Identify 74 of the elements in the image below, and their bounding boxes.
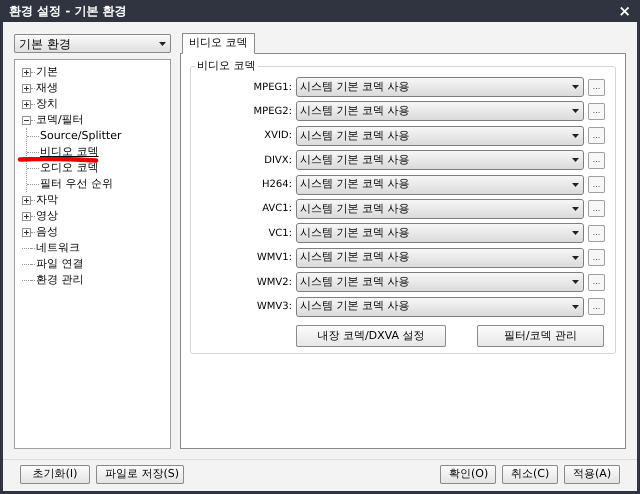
browse-button[interactable]: ... [588, 152, 605, 169]
codec-label: XVID: [263, 129, 292, 144]
dropdown-arrow-icon [572, 206, 579, 211]
footer-button[interactable]: 파일로 저장(S) [96, 465, 184, 484]
footer-button[interactable]: 적용(A) [564, 465, 620, 484]
browse-button[interactable]: ... [588, 176, 605, 194]
dropdown-arrow-icon [572, 85, 579, 89]
dropdown-arrow-icon [572, 280, 579, 284]
footer-button[interactable]: 확인(O) [440, 465, 496, 484]
codec-dropdown[interactable]: 시스템 기본 코덱 사용 [296, 77, 584, 97]
codec-label: DIVX: [263, 154, 292, 168]
tab[interactable]: 비디오 코덱 [182, 33, 254, 54]
codec-label: MPEG1: [252, 80, 292, 94]
codec-dropdown[interactable]: 시스템 기본 코덱 사용 [296, 101, 584, 122]
tree-item[interactable]: 파일 연결 [35, 257, 84, 271]
codec-dropdown[interactable]: 시스템 기본 코덱 사용 [296, 272, 584, 292]
codec-dropdown[interactable]: 시스템 기본 코덱 사용 [296, 174, 584, 195]
browse-button[interactable]: ... [588, 102, 605, 120]
tree-item[interactable]: 필터 우선 순위 [39, 177, 114, 191]
tree-item[interactable]: 오디오 코덱 [39, 161, 100, 175]
codec-label: AVC1: [261, 202, 292, 216]
browse-button[interactable]: ... [588, 78, 605, 96]
dropdown-arrow-icon [572, 134, 579, 138]
tree-item[interactable]: 환경 관리 [35, 273, 84, 287]
dropdown-arrow-icon [159, 42, 166, 46]
tree-item[interactable]: 기본 [35, 65, 59, 79]
tree-item[interactable]: 영상 [35, 209, 59, 223]
browse-button[interactable]: ... [588, 249, 605, 266]
codec-dropdown[interactable]: 시스템 기본 코덱 사용 [296, 296, 584, 317]
codec-dropdown[interactable]: 시스템 기본 코덱 사용 [296, 248, 584, 268]
profile-dropdown[interactable]: 기본 환경 [14, 34, 171, 53]
window-title: 환경 설정 - 기본 환경 [9, 3, 127, 20]
group-title: 비디오 코덱 [195, 59, 258, 73]
footer-button[interactable]: 초기화(I) [20, 465, 90, 484]
tree-item[interactable]: 비디오 코덱 [39, 145, 100, 159]
expand-icon[interactable] [22, 84, 31, 92]
codec-dropdown[interactable]: 시스템 기본 코덱 사용 [296, 126, 584, 146]
codec-label: H264: [261, 178, 292, 192]
close-button[interactable]: × [618, 4, 631, 18]
tree-item[interactable]: 코덱/필터 [35, 113, 85, 127]
expand-icon[interactable] [22, 196, 31, 204]
dropdown-arrow-icon [572, 231, 579, 236]
dropdown-arrow-icon [572, 109, 579, 114]
tree-item[interactable]: 음성 [35, 225, 59, 239]
codec-label: VC1: [267, 226, 292, 241]
browse-button[interactable]: ... [588, 298, 605, 316]
dropdown-arrow-icon [572, 182, 579, 187]
browse-button[interactable]: ... [588, 224, 605, 242]
codec-dropdown[interactable]: 시스템 기본 코덱 사용 [296, 223, 584, 244]
expand-icon[interactable] [22, 212, 31, 220]
tree-item[interactable]: 장치 [35, 97, 59, 111]
tree-item[interactable]: Source/Splitter [39, 129, 122, 143]
codec-label: WMV1: [256, 251, 292, 266]
dropdown-arrow-icon [572, 158, 579, 162]
browse-button[interactable]: ... [588, 200, 605, 218]
dropdown-arrow-icon [572, 256, 579, 260]
action-button[interactable]: 내장 코덱/DXVA 설정 [296, 324, 446, 347]
tree-item[interactable]: 자막 [35, 193, 59, 207]
expand-icon[interactable] [22, 228, 31, 236]
codec-label: WMV2: [256, 276, 292, 290]
browse-button[interactable]: ... [588, 127, 605, 144]
codec-dropdown[interactable]: 시스템 기본 코덱 사용 [296, 150, 584, 170]
action-button[interactable]: 필터/코덱 관리 [477, 324, 604, 347]
collapse-icon[interactable] [22, 116, 31, 124]
browse-button[interactable]: ... [588, 274, 605, 291]
codec-label: MPEG2: [252, 104, 292, 119]
expand-icon[interactable] [22, 100, 31, 108]
tree-item[interactable]: 재생 [35, 81, 59, 95]
codec-label: WMV3: [256, 300, 292, 314]
dropdown-arrow-icon [572, 304, 579, 309]
footer-button[interactable]: 취소(C) [502, 465, 558, 484]
codec-dropdown[interactable]: 시스템 기본 코덱 사용 [296, 198, 584, 219]
expand-icon[interactable] [22, 68, 31, 76]
tree-item[interactable]: 네트워크 [35, 241, 81, 255]
